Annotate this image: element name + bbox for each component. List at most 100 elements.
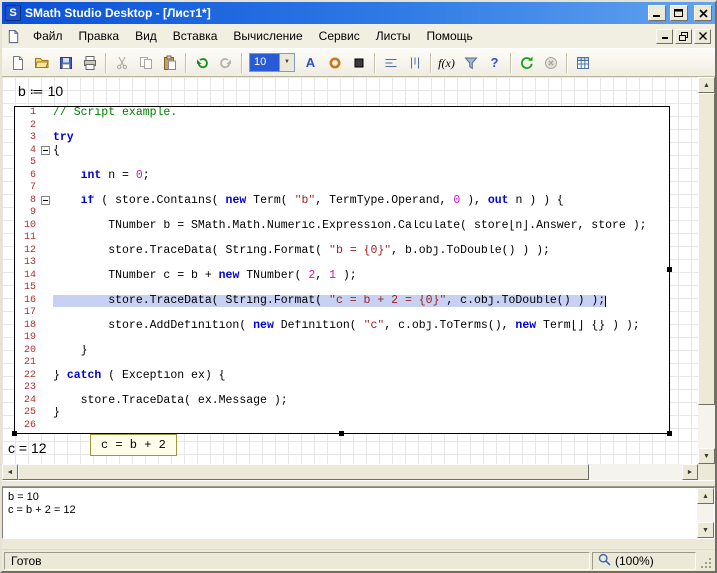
output-scroll-track[interactable]	[697, 504, 714, 522]
mdi-close-button[interactable]	[694, 29, 711, 44]
save-button[interactable]	[54, 52, 77, 74]
code-line-2[interactable]: 2	[15, 120, 669, 133]
vertical-scroll-track[interactable]	[698, 93, 715, 448]
code-line-20[interactable]: 20 }	[15, 345, 669, 358]
resize-handle-right[interactable]	[667, 267, 672, 272]
code-line-7[interactable]: 7	[15, 182, 669, 195]
scroll-down-icon[interactable]: ▼	[698, 448, 715, 464]
vertical-scroll-thumb[interactable]	[698, 93, 715, 405]
scroll-right-icon[interactable]: ►	[682, 464, 698, 480]
horizontal-scroll-thumb[interactable]	[18, 464, 589, 480]
code-line-24[interactable]: 24 store.TraceData( ex.Message );	[15, 395, 669, 408]
menu-item-6[interactable]: Сервис	[311, 26, 368, 46]
fold-collapse-icon[interactable]	[41, 146, 50, 155]
menu-item-1[interactable]: Файл	[25, 26, 71, 46]
undo-button[interactable]	[190, 52, 213, 74]
code-line-6[interactable]: 6 int n = 0;	[15, 170, 669, 183]
scroll-up-icon[interactable]: ▲	[698, 77, 715, 93]
new-sheet-button[interactable]	[6, 52, 29, 74]
toolbar: 10▼Af(x)?	[2, 49, 715, 77]
copy-button[interactable]	[134, 52, 157, 74]
code-line-18[interactable]: 18 store.AddDefinition( new Definition( …	[15, 320, 669, 333]
resize-handle-bottom[interactable]	[339, 431, 344, 436]
code-line-23[interactable]: 23	[15, 382, 669, 395]
align-horizontal-button[interactable]	[379, 52, 402, 74]
output-scroll-down-icon[interactable]: ▼	[697, 522, 714, 538]
code-editor[interactable]: 1// Script example.23try4{56 int n = 0;7…	[14, 106, 670, 434]
fold-margin	[40, 107, 53, 120]
code-line-19[interactable]: 19	[15, 332, 669, 345]
menu-item-7[interactable]: Листы	[368, 26, 419, 46]
scroll-left-icon[interactable]: ◄	[2, 464, 18, 480]
help-button[interactable]: ?	[483, 52, 506, 74]
resize-handle-bottom-right[interactable]	[667, 431, 672, 436]
horizontal-scroll-track[interactable]	[18, 464, 682, 480]
paste-button[interactable]	[158, 52, 181, 74]
menu-item-4[interactable]: Вставка	[165, 26, 226, 46]
math-region-b-definition[interactable]: b ≔ 10	[18, 83, 63, 100]
resize-grip[interactable]	[698, 552, 713, 570]
close-button[interactable]	[694, 5, 712, 21]
code-line-8[interactable]: 8 if ( store.Contains( new Term( "b", Te…	[15, 195, 669, 208]
menu-item-8[interactable]: Помощь	[418, 26, 480, 46]
worksheet-horizontal-scrollbar[interactable]: ◄ ►	[2, 464, 698, 480]
line-number: 10	[15, 220, 40, 233]
print-button[interactable]	[78, 52, 101, 74]
font-color-button[interactable]: A	[299, 52, 322, 74]
code-line-13[interactable]: 13	[15, 257, 669, 270]
minimize-button[interactable]	[648, 5, 666, 21]
cut-button[interactable]	[110, 52, 133, 74]
math-region-c-box[interactable]: c = b + 2	[90, 434, 177, 456]
fold-margin	[40, 345, 53, 358]
code-line-22[interactable]: 22} catch ( Exception ex) {	[15, 370, 669, 383]
zoom-control[interactable]: (100%)	[592, 552, 696, 570]
units-table-button[interactable]	[571, 52, 594, 74]
code-line-11[interactable]: 11	[15, 232, 669, 245]
worksheet-canvas[interactable]: b ≔ 10 1// Script example.23try4{56 int …	[2, 77, 698, 464]
menu-item-2[interactable]: Правка	[71, 26, 128, 46]
open-button[interactable]	[30, 52, 53, 74]
code-line-21[interactable]: 21	[15, 357, 669, 370]
combo-dropdown-icon[interactable]: ▼	[279, 54, 294, 71]
recalculate-button[interactable]	[515, 52, 538, 74]
line-number: 21	[15, 357, 40, 370]
code-line-4[interactable]: 4{	[15, 145, 669, 158]
resize-handle-bottom-left[interactable]	[12, 431, 17, 436]
output-scroll-up-icon[interactable]: ▲	[697, 488, 714, 504]
align-vertical-button[interactable]	[403, 52, 426, 74]
code-line-1[interactable]: 1// Script example.	[15, 107, 669, 120]
code-region[interactable]: 1// Script example.23try4{56 int n = 0;7…	[14, 106, 670, 434]
border-ring-button[interactable]	[323, 52, 346, 74]
fold-margin	[40, 307, 53, 320]
filter-button[interactable]	[459, 52, 482, 74]
maximize-button[interactable]	[670, 5, 688, 21]
code-line-3[interactable]: 3try	[15, 132, 669, 145]
math-region-c-evaluation[interactable]: c = 12	[8, 440, 47, 456]
code-line-9[interactable]: 9	[15, 207, 669, 220]
mdi-restore-button[interactable]	[675, 29, 692, 44]
fold-collapse-icon[interactable]	[41, 196, 50, 205]
mdi-minimize-button[interactable]	[656, 29, 673, 44]
code-line-15[interactable]: 15	[15, 282, 669, 295]
code-line-10[interactable]: 10 TNumber b = SMath.Math.Numeric.Expres…	[15, 220, 669, 233]
line-number: 25	[15, 407, 40, 420]
code-line-12[interactable]: 12 store.TraceData( String.Format( "b = …	[15, 245, 669, 258]
worksheet-vertical-scrollbar[interactable]: ▲ ▼	[698, 77, 715, 464]
code-line-16[interactable]: 16 store.TraceData( String.Format( "c = …	[15, 295, 669, 308]
line-number: 12	[15, 245, 40, 258]
code-line-25[interactable]: 25}	[15, 407, 669, 420]
redo-button[interactable]	[214, 52, 237, 74]
background-square-button[interactable]	[347, 52, 370, 74]
code-line-5[interactable]: 5	[15, 157, 669, 170]
code-line-14[interactable]: 14 TNumber c = b + new TNumber( 2, 1 );	[15, 270, 669, 283]
font-size-combo[interactable]: 10▼	[249, 53, 295, 72]
line-number: 6	[15, 170, 40, 183]
output-scrollbar[interactable]: ▲ ▼	[697, 488, 714, 538]
menu-item-5[interactable]: Вычисление	[225, 26, 310, 46]
interrupt-button[interactable]	[539, 52, 562, 74]
code-line-17[interactable]: 17	[15, 307, 669, 320]
output-splitter[interactable]	[2, 480, 715, 487]
function-button[interactable]: f(x)	[435, 52, 458, 74]
menu-item-3[interactable]: Вид	[127, 26, 165, 46]
line-number: 5	[15, 157, 40, 170]
